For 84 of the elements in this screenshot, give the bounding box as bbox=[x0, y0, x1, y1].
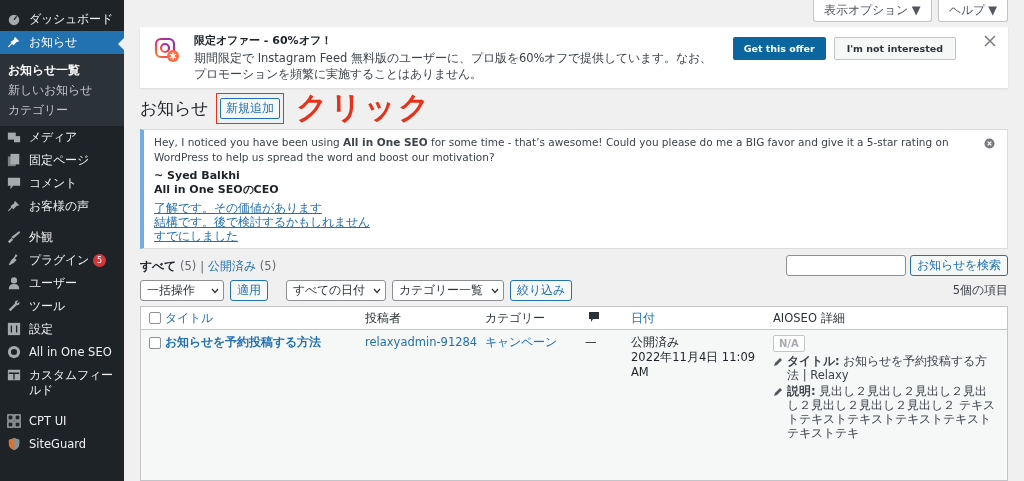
status-link[interactable]: すべて (5) bbox=[140, 259, 197, 274]
item-count: 5個の項目 bbox=[952, 283, 1008, 298]
comment-count: — bbox=[585, 335, 597, 349]
search-field[interactable] bbox=[786, 255, 906, 276]
category-dropdown[interactable]: カテゴリー一覧 bbox=[392, 280, 504, 301]
annotation-text: クリック bbox=[296, 88, 432, 127]
category-link[interactable]: キャンペーン bbox=[485, 335, 557, 349]
sidebar-item[interactable]: ユーザー bbox=[0, 272, 124, 295]
camera-icon bbox=[154, 37, 180, 63]
column-header: AIOSEO 詳細 bbox=[773, 310, 845, 325]
promo-title: 限定オファー - 60%オフ！ bbox=[194, 33, 333, 48]
column-header: カテゴリー bbox=[485, 310, 545, 325]
seo-description-text: 説明: 見出し２見出し２見出し２見出し２見出し２見出し２見出し２ テキストテキストテキストテキストテキストテキストテキ bbox=[787, 384, 996, 440]
settings-icon bbox=[7, 322, 21, 336]
sidebar-item[interactable]: All in One SEO bbox=[0, 341, 124, 364]
wrench-icon bbox=[7, 299, 21, 313]
brush-icon bbox=[7, 230, 21, 244]
dismiss-icon[interactable] bbox=[984, 138, 995, 149]
pencil-icon[interactable] bbox=[773, 357, 783, 367]
separator: | bbox=[200, 259, 205, 274]
filter-button[interactable]: 絞り込み bbox=[510, 280, 572, 301]
notice-link[interactable]: すでにしました bbox=[154, 229, 238, 243]
promo-text: 期間限定で Instagram Feed 無料版のユーザーに、プロ版を60%オフで提供しています。なお、プロモーションを頻繁に実施することはありません。 bbox=[194, 50, 714, 82]
pin-icon bbox=[7, 35, 21, 49]
user-icon bbox=[7, 276, 21, 290]
post-status: 公開済み bbox=[631, 335, 680, 350]
date-dropdown[interactable]: すべての日付 bbox=[286, 280, 386, 301]
count-badge: 5 bbox=[93, 254, 107, 267]
pencil-icon[interactable] bbox=[773, 387, 783, 397]
apply-button[interactable]: 適用 bbox=[230, 280, 268, 301]
sidebar-item[interactable]: ダッシュボード bbox=[0, 8, 124, 31]
chevron-icon bbox=[373, 287, 381, 294]
notice-message: Hey, I noticed you have been using All in One SEO for some time - that’s awesome! Could you please do me a BIG favor and give it a 5-star rating on WordPress to help us spread the word and boost our motivation? bbox=[154, 135, 950, 165]
sidebar-item[interactable]: お客様の声 bbox=[0, 195, 124, 218]
page-title: お知らせ bbox=[140, 96, 208, 120]
notice-link[interactable]: 了解です。その価値があります bbox=[154, 201, 322, 215]
score-badge: N/A bbox=[773, 335, 805, 352]
checkbox[interactable] bbox=[149, 312, 161, 324]
pin-icon bbox=[7, 199, 21, 213]
screen-tab-button[interactable]: ヘルプ ▼ bbox=[937, 0, 1008, 22]
bulk-action-dropdown[interactable]: 一括操作 bbox=[140, 280, 224, 301]
gauge-icon bbox=[7, 12, 21, 26]
comment-icon bbox=[589, 312, 599, 322]
dismiss-offer-button[interactable]: I'm not interested bbox=[833, 37, 956, 60]
chevron-icon bbox=[211, 287, 219, 294]
get-offer-button[interactable]: Get this offer bbox=[732, 37, 826, 60]
sidebar-item[interactable]: カスタムフィールド bbox=[0, 364, 124, 402]
sidebar-item[interactable]: ツール bbox=[0, 295, 124, 318]
post-date: 2022年11月4日 11:09 AM bbox=[631, 350, 756, 380]
shield-icon bbox=[7, 437, 21, 451]
pages-icon bbox=[7, 153, 21, 167]
circle-logo-icon bbox=[7, 345, 21, 359]
submenu-item[interactable]: カテゴリー bbox=[0, 100, 124, 120]
signature-line: ~ Syed Balkhi bbox=[154, 169, 241, 183]
column-header[interactable]: 日付 bbox=[631, 310, 655, 325]
status-link[interactable]: 公開済み (5) bbox=[208, 259, 277, 274]
signature-line: All in One SEOのCEO bbox=[154, 183, 280, 197]
chevron-icon bbox=[491, 287, 499, 294]
sidebar-item[interactable]: 外観 bbox=[0, 226, 124, 249]
author-link[interactable]: relaxyadmin-91284 bbox=[365, 335, 478, 349]
table-icon bbox=[7, 368, 21, 382]
sidebar-item[interactable]: プラグイン 5 bbox=[0, 249, 124, 272]
comment-icon bbox=[7, 176, 21, 190]
sidebar-item[interactable]: コメント bbox=[0, 172, 124, 195]
sidebar-item[interactable]: SiteGuard bbox=[0, 433, 124, 456]
notice-link[interactable]: 結構です。後で検討するかもしれません bbox=[154, 215, 370, 229]
add-new-button[interactable]: 新規追加 bbox=[220, 97, 280, 119]
seo-title-text: タイトル: お知らせを予約投稿する方法 | Relaxy bbox=[787, 354, 989, 382]
media-icon bbox=[7, 130, 21, 144]
submenu-item[interactable]: お知らせ一覧 bbox=[0, 60, 124, 80]
sidebar-item[interactable]: 設定 bbox=[0, 318, 124, 341]
column-header[interactable]: タイトル bbox=[165, 310, 213, 325]
screen-tab-button[interactable]: 表示オプション ▼ bbox=[813, 0, 932, 22]
sidebar-item[interactable]: メディア bbox=[0, 126, 124, 149]
grid-icon bbox=[7, 414, 21, 428]
checkbox[interactable] bbox=[149, 337, 161, 349]
sidebar-item[interactable]: 固定ページ bbox=[0, 149, 124, 172]
sidebar-item[interactable]: CPT UI bbox=[0, 410, 124, 433]
column-header: 投稿者 bbox=[365, 310, 401, 325]
search-button[interactable]: お知らせを検索 bbox=[910, 255, 1008, 276]
post-title-link[interactable]: お知らせを予約投稿する方法 bbox=[165, 335, 321, 349]
close-icon[interactable] bbox=[984, 35, 996, 47]
sidebar-item[interactable]: お知らせ bbox=[0, 31, 124, 54]
submenu-item[interactable]: 新しいお知らせ bbox=[0, 80, 124, 100]
